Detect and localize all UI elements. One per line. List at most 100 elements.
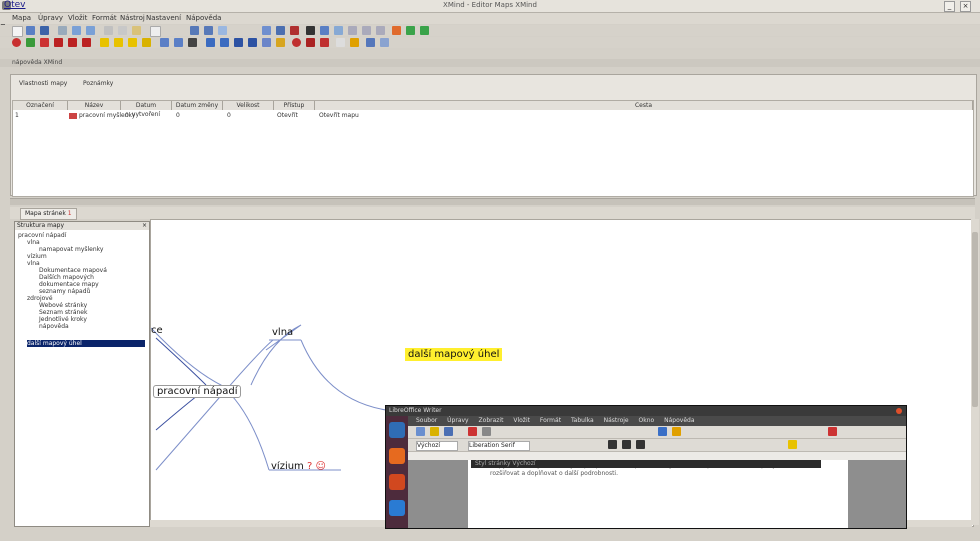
new-icon[interactable]	[12, 26, 23, 37]
tree-node[interactable]: vlna	[27, 260, 40, 267]
inset-style-box[interactable]: Výchozí	[416, 441, 458, 451]
underline-icon[interactable]	[82, 38, 91, 47]
tree-node[interactable]: vízium	[27, 253, 47, 260]
inset-save-icon[interactable]	[444, 427, 453, 436]
tree-node[interactable]: nápověda	[39, 323, 69, 330]
help-icon[interactable]	[380, 38, 389, 47]
col-modified[interactable]: Datum změny	[172, 101, 223, 110]
image-icon[interactable]	[392, 26, 401, 35]
inset-new-icon[interactable]	[416, 427, 425, 436]
vertical-scroll-thumb[interactable]	[972, 232, 978, 407]
redo-icon[interactable]	[86, 26, 95, 35]
tree-node[interactable]: seznamy nápadů	[39, 288, 90, 295]
zoom-out-icon[interactable]	[204, 26, 213, 35]
inset-navigator-icon[interactable]	[828, 427, 837, 436]
shape-icon[interactable]	[142, 38, 151, 47]
menu-mapa[interactable]: Mapa	[12, 14, 31, 22]
star-icon[interactable]	[420, 26, 429, 35]
fit-icon[interactable]	[218, 26, 227, 35]
inset-close-icon[interactable]	[896, 408, 902, 414]
inset-open-icon[interactable]	[430, 427, 439, 436]
paste-icon[interactable]	[132, 26, 141, 35]
inset-italic-icon[interactable]	[622, 440, 631, 449]
relation-icon[interactable]	[334, 26, 343, 35]
undo-icon[interactable]	[72, 26, 81, 35]
inset-page[interactable]: Mapy ve XMind jsou nástrojem pro přehled…	[468, 460, 848, 528]
inset-menu-item[interactable]: Nápověda	[664, 417, 694, 424]
tree-node[interactable]: pracovní nápadí	[18, 232, 66, 239]
overlay-link[interactable]: Otev	[4, 0, 25, 10]
tree-node[interactable]: Webové stránky	[39, 302, 87, 309]
map-node-vlna[interactable]: vlna	[272, 327, 293, 338]
outline-close-icon[interactable]: ×	[142, 222, 147, 230]
open-icon[interactable]	[26, 26, 35, 35]
inset-menu-item[interactable]: Okno	[639, 417, 655, 424]
boundary-icon[interactable]	[348, 26, 357, 35]
inset-menu-item[interactable]: Tabulka	[571, 417, 594, 424]
inset-underline-icon[interactable]	[636, 440, 645, 449]
inset-font-box[interactable]: Liberation Serif	[468, 441, 530, 451]
inset-bold-icon[interactable]	[608, 440, 617, 449]
zoom-in-icon[interactable]	[190, 26, 199, 35]
warning-icon[interactable]	[306, 38, 315, 47]
launcher-writer-icon[interactable]	[389, 500, 405, 516]
priority-icon[interactable]	[12, 38, 21, 47]
launcher-firefox-icon[interactable]	[389, 448, 405, 464]
text-color-icon[interactable]	[114, 38, 123, 47]
idea-icon[interactable]	[350, 38, 359, 47]
minimize-button[interactable]: _	[944, 1, 955, 12]
inset-print-icon[interactable]	[482, 427, 491, 436]
cut-icon[interactable]	[104, 26, 113, 35]
col-access[interactable]: Přístup	[274, 101, 315, 110]
menu-napoveda[interactable]: Nápověda	[186, 14, 221, 22]
tree-node-selected[interactable]: další mapový úhel	[27, 340, 145, 347]
inset-menu-item[interactable]: Úpravy	[447, 417, 468, 424]
col-name[interactable]: Název	[68, 101, 121, 110]
inset-menu-item[interactable]: Zobrazit	[479, 417, 504, 424]
tree-node[interactable]: Jednotlivé kroky	[39, 316, 87, 323]
col-path[interactable]: Cesta	[315, 101, 973, 110]
marker-icon[interactable]	[306, 26, 315, 35]
structure-icon[interactable]	[160, 38, 169, 47]
inset-menu-item[interactable]: Formát	[540, 417, 561, 424]
menu-nastroj[interactable]: Nástroj	[120, 14, 145, 22]
menu-format[interactable]: Formát	[92, 14, 117, 22]
delete-icon[interactable]	[290, 26, 299, 35]
menu-nastaveni[interactable]: Nastavení	[146, 14, 181, 22]
export-icon[interactable]	[276, 26, 285, 35]
theme-icon[interactable]	[248, 38, 257, 47]
fill-color-icon[interactable]	[100, 38, 109, 47]
col-created[interactable]: Datum vytvoření	[121, 101, 172, 118]
tree-node[interactable]: dokumentace mapy	[39, 281, 99, 288]
presentation-icon[interactable]	[262, 26, 271, 35]
align-right-icon[interactable]	[234, 38, 243, 47]
layout-icon[interactable]	[174, 38, 183, 47]
col-size[interactable]: Velikost	[223, 101, 274, 110]
save-icon[interactable]	[40, 26, 49, 35]
line-color-icon[interactable]	[128, 38, 137, 47]
align-center-icon[interactable]	[220, 38, 229, 47]
map-node-partial[interactable]: ce	[151, 325, 163, 336]
tab-map[interactable]: Mapa stránek 1	[20, 208, 77, 220]
share-icon[interactable]	[366, 38, 375, 47]
tree-node[interactable]: namapovat myšlenky	[39, 246, 103, 253]
tree-node[interactable]: Dalších mapových	[39, 274, 94, 281]
style-icon[interactable]	[262, 38, 271, 47]
zoom-field-icon[interactable]	[150, 26, 161, 37]
launcher-home-icon[interactable]	[389, 422, 405, 438]
inset-menu-item[interactable]: Nástroje	[604, 417, 629, 424]
tree-node[interactable]: Seznam stránek	[39, 309, 87, 316]
inset-pdf-icon[interactable]	[468, 427, 477, 436]
map-node-central[interactable]: pracovní nápadí	[153, 385, 242, 398]
map-node-vizium[interactable]: vízium ? ☺	[271, 461, 326, 472]
stop-icon[interactable]	[292, 38, 301, 47]
bold-icon[interactable]	[54, 38, 63, 47]
close-button[interactable]: ×	[960, 1, 971, 12]
inset-menu-item[interactable]: Vložit	[513, 417, 530, 424]
flag-icon[interactable]	[40, 38, 49, 47]
font-icon[interactable]	[188, 38, 197, 47]
check-icon[interactable]	[406, 26, 415, 35]
print-icon[interactable]	[58, 26, 67, 35]
panel-splitter[interactable]	[10, 198, 975, 205]
summary-icon[interactable]	[362, 26, 371, 35]
